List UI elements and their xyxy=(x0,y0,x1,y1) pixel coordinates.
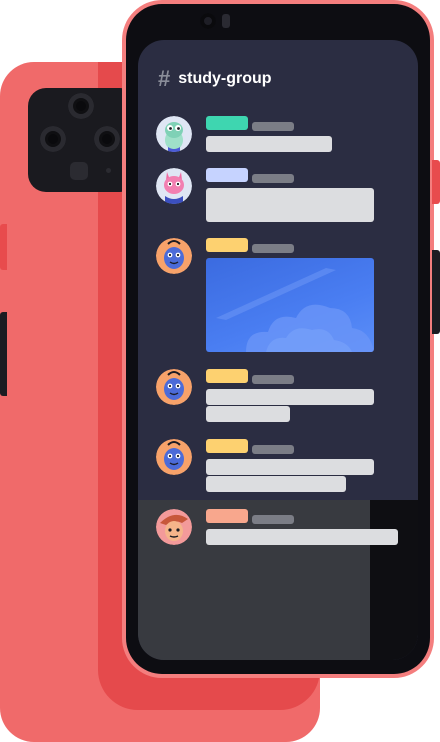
camera-lens-icon xyxy=(68,93,94,119)
camera-lens-icon xyxy=(94,126,120,152)
channel-name: study-group xyxy=(178,70,272,87)
timestamp-placeholder xyxy=(252,445,294,454)
back-phone-button xyxy=(0,224,7,270)
message-text-placeholder xyxy=(206,136,332,152)
username-placeholder xyxy=(206,116,248,130)
back-phone-button xyxy=(0,312,7,396)
camera-lens-icon xyxy=(40,126,66,152)
username-placeholder xyxy=(206,238,248,252)
message-text-placeholder xyxy=(206,529,398,545)
blue-character-avatar-icon[interactable] xyxy=(156,369,192,405)
pink-character-avatar-icon[interactable] xyxy=(156,168,192,204)
message-text-placeholder xyxy=(206,476,346,492)
message-text-placeholder xyxy=(206,389,374,405)
timestamp-placeholder xyxy=(252,174,294,183)
timestamp-placeholder xyxy=(252,244,294,253)
front-phone-button xyxy=(432,250,440,334)
camera-mic-dot xyxy=(106,168,111,173)
message-text-placeholder xyxy=(206,406,290,422)
front-phone-button xyxy=(432,160,440,204)
front-sensor xyxy=(222,14,230,28)
image-attachment[interactable] xyxy=(206,258,374,352)
orange-character-avatar-icon[interactable] xyxy=(156,509,192,545)
timestamp-placeholder xyxy=(252,375,294,384)
username-placeholder xyxy=(206,439,248,453)
channel-header[interactable]: # study-group xyxy=(158,68,272,90)
username-placeholder xyxy=(206,509,248,523)
message-text-placeholder xyxy=(206,459,374,475)
timestamp-placeholder xyxy=(252,515,294,524)
blue-character-avatar-icon[interactable] xyxy=(156,238,192,274)
front-camera-icon xyxy=(200,13,216,29)
phone-screen: # study-group xyxy=(138,40,418,660)
username-placeholder xyxy=(206,369,248,383)
camera-flash-icon xyxy=(70,162,88,180)
hash-icon: # xyxy=(158,66,171,91)
username-placeholder xyxy=(206,168,248,182)
message-text-placeholder xyxy=(206,188,374,222)
green-character-avatar-icon[interactable] xyxy=(156,116,192,152)
screen-dark-edge xyxy=(370,500,418,660)
timestamp-placeholder xyxy=(252,122,294,131)
blue-character-avatar-icon[interactable] xyxy=(156,439,192,475)
